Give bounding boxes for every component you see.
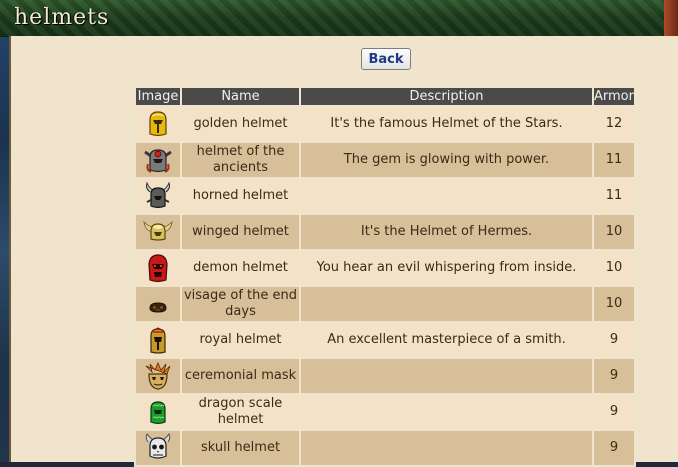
ceremonial-mask-icon	[145, 361, 171, 390]
table-row: dragon scale helmet 9	[134, 393, 636, 431]
item-armor: 9	[592, 321, 636, 359]
helmet-of-the-ancients-icon	[144, 149, 172, 173]
item-armor: 10	[592, 213, 636, 251]
item-description	[299, 177, 594, 215]
item-name: dragon scale helmet	[180, 393, 301, 431]
item-image-cell	[134, 249, 182, 287]
dragon-scale-helmet-icon	[150, 401, 166, 425]
item-description	[299, 357, 594, 395]
item-name: ceremonial mask	[180, 357, 301, 395]
item-armor: 9	[592, 429, 636, 467]
item-description: You hear an evil whispering from inside.	[299, 249, 594, 287]
royal-helmet-icon	[150, 327, 166, 354]
table-row: winged helmet It's the Helmet of Hermes.…	[134, 213, 636, 251]
item-name: golden helmet	[180, 105, 301, 143]
item-armor: 10	[592, 249, 636, 287]
item-image-cell	[134, 105, 182, 143]
table-row: demon helmet You hear an evil whispering…	[134, 249, 636, 287]
skull-helmet-icon	[145, 433, 171, 459]
table-row: horned helmet 11	[134, 177, 636, 215]
item-image-cell	[134, 393, 182, 431]
item-description: An excellent masterpiece of a smith.	[299, 321, 594, 359]
content-panel: Back Image Name Description Armor golden…	[9, 36, 678, 467]
column-header-image: Image	[134, 88, 182, 107]
header-corner-ornament	[664, 0, 678, 36]
table-row: golden helmet It's the famous Helmet of …	[134, 105, 636, 143]
item-name: demon helmet	[180, 249, 301, 287]
item-image-cell	[134, 177, 182, 215]
item-name: skull helmet	[180, 429, 301, 467]
background-strip	[0, 0, 9, 462]
item-armor: 9	[592, 357, 636, 395]
page-title: helmets	[14, 5, 110, 30]
column-header-armor: Armor	[592, 88, 636, 107]
item-description: It's the famous Helmet of the Stars.	[299, 105, 594, 143]
demon-helmet-icon	[148, 254, 168, 283]
item-description	[299, 285, 594, 323]
table-row: visage of the end days 10	[134, 285, 636, 323]
item-image-cell	[134, 213, 182, 251]
item-image-cell	[134, 321, 182, 359]
item-description: It's the Helmet of Hermes.	[299, 213, 594, 251]
table-row: helmet of the ancients The gem is glowin…	[134, 141, 636, 179]
golden-helmet-icon	[149, 111, 167, 137]
item-image-cell	[134, 285, 182, 323]
item-armor: 12	[592, 105, 636, 143]
item-description: The gem is glowing with power.	[299, 141, 594, 179]
table-row: royal helmet An excellent masterpiece of…	[134, 321, 636, 359]
visage-of-the-end-days-icon	[149, 302, 167, 313]
column-header-name: Name	[180, 88, 301, 107]
helmets-table: Image Name Description Armor golden helm…	[134, 88, 636, 467]
back-button[interactable]: Back	[361, 48, 411, 70]
item-armor: 10	[592, 285, 636, 323]
item-armor: 9	[592, 393, 636, 431]
item-armor: 11	[592, 177, 636, 215]
column-header-description: Description	[299, 88, 594, 107]
item-image-cell	[134, 429, 182, 467]
item-image-cell	[134, 357, 182, 395]
winged-helmet-icon	[143, 220, 173, 241]
item-description	[299, 429, 594, 467]
item-name: winged helmet	[180, 213, 301, 251]
item-description	[299, 393, 594, 431]
item-name: horned helmet	[180, 177, 301, 215]
table-row: skull helmet 9	[134, 429, 636, 467]
page-header: helmets	[0, 0, 678, 37]
item-image-cell	[134, 141, 182, 179]
table-header-row: Image Name Description Armor	[134, 88, 636, 107]
item-name: helmet of the ancients	[180, 141, 301, 179]
horned-helmet-icon	[145, 181, 171, 209]
item-name: royal helmet	[180, 321, 301, 359]
item-name: visage of the end days	[180, 285, 301, 323]
table-row: ceremonial mask 9	[134, 357, 636, 395]
item-armor: 11	[592, 141, 636, 179]
